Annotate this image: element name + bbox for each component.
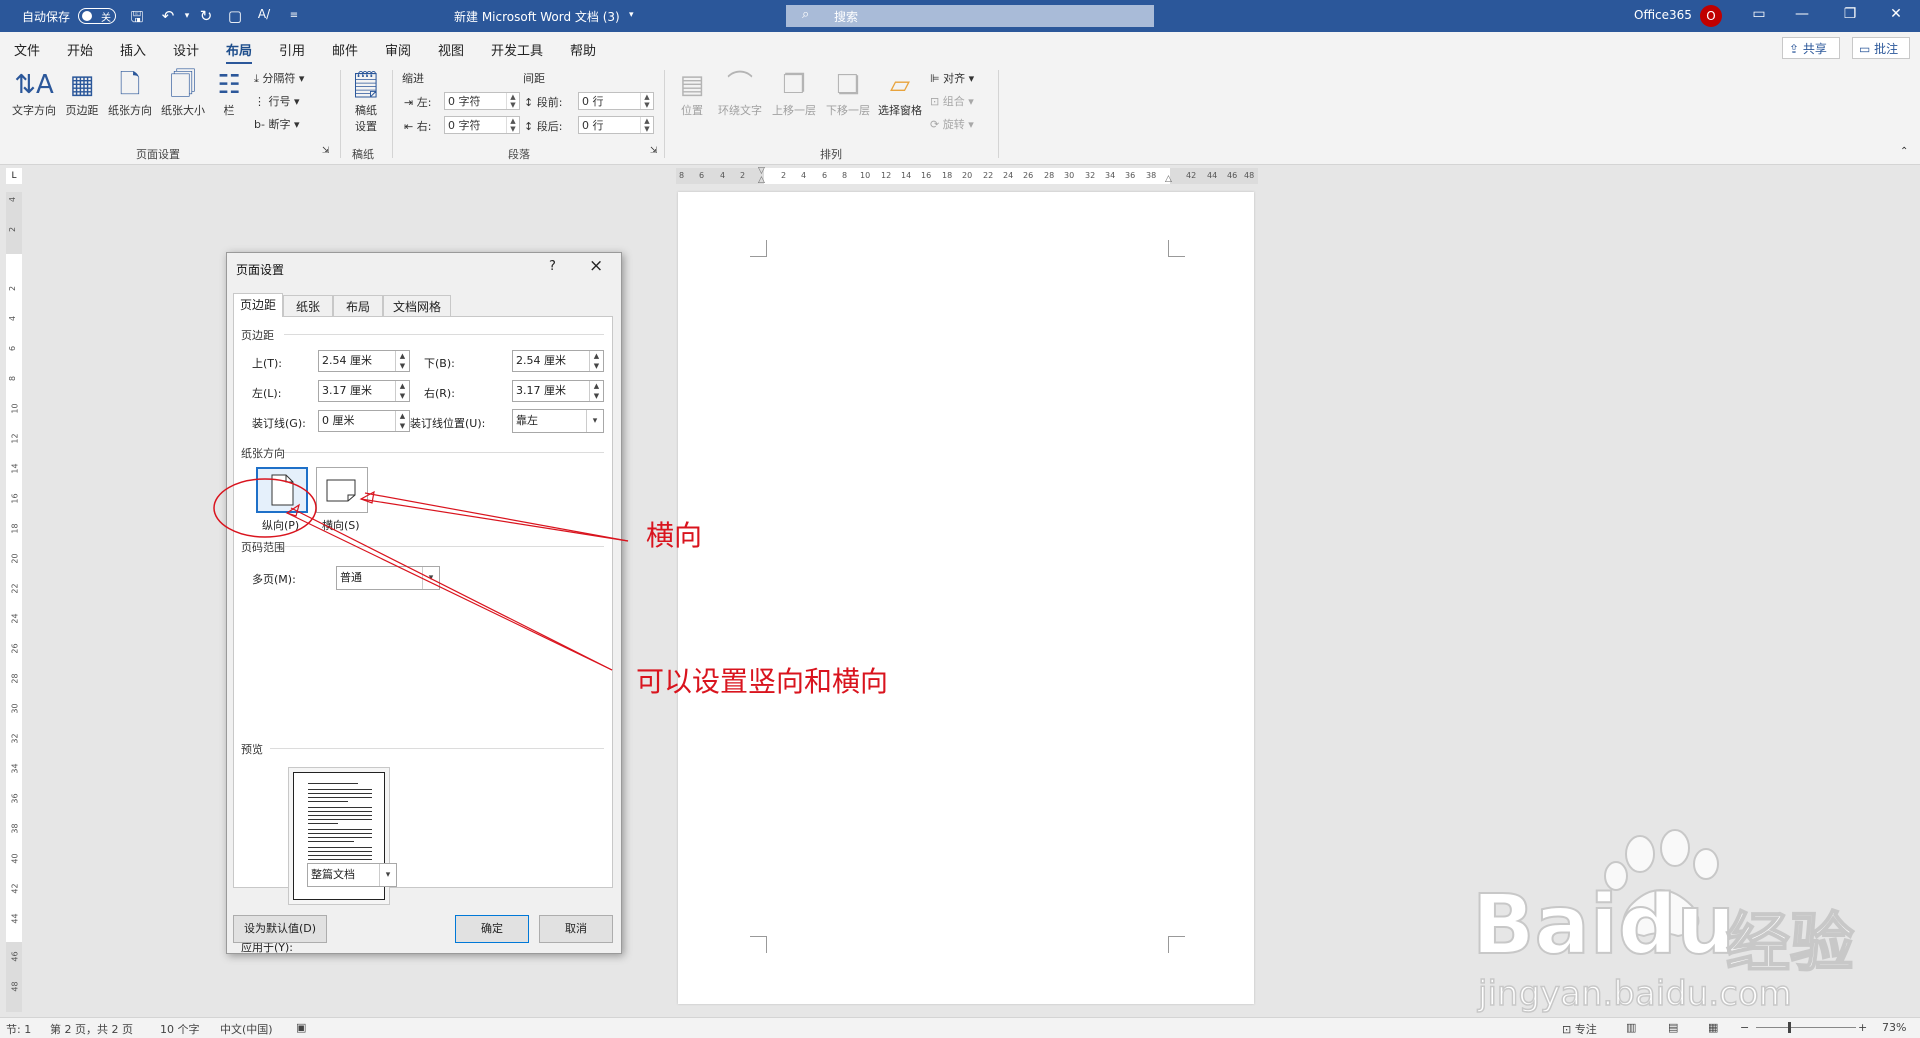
print-layout-icon[interactable]: ▤ [1668, 1021, 1678, 1034]
watermark-brand: Baidu [1471, 877, 1736, 974]
tab-margins[interactable]: 页边距 [233, 293, 283, 317]
watermark-brand-cn: 经验 [1725, 906, 1855, 982]
status-bar: 节: 1 第 2 页，共 2 页 10 个字 中文(中国) ▣ ⊡ 专注 ▥ ▤… [0, 1017, 1920, 1038]
zoom-in-icon[interactable]: + [1858, 1021, 1867, 1034]
portrait-highlight-circle [213, 478, 317, 538]
arrow-to-landscape [364, 492, 629, 542]
watermark-url: jingyan.baidu.com [1477, 973, 1792, 1015]
focus-icon: ⊡ [1562, 1023, 1575, 1036]
zoom-level[interactable]: 73% [1882, 1021, 1906, 1034]
zoom-out-icon[interactable]: − [1740, 1021, 1749, 1034]
read-mode-icon[interactable]: ▥ [1626, 1021, 1636, 1034]
focus-label: 专注 [1574, 1023, 1597, 1036]
status-section[interactable]: 节: 1 [6, 1021, 31, 1037]
arrow-to-portrait [290, 507, 613, 671]
baidu-watermark: Baidu 经验 jingyan.baidu.com [1470, 826, 1910, 1026]
web-layout-icon[interactable]: ▦ [1708, 1021, 1718, 1034]
arrow-to-landscape [360, 498, 629, 542]
annotation-landscape: 横向 [646, 519, 703, 552]
status-page[interactable]: 第 2 页，共 2 页 [50, 1021, 133, 1037]
annotation-orientation: 可以设置竖向和横向 [636, 665, 889, 698]
status-words[interactable]: 10 个字 [160, 1021, 200, 1037]
status-language[interactable]: 中文(中国) [220, 1021, 273, 1037]
zoom-slider[interactable] [1756, 1027, 1856, 1028]
zoom-slider-thumb[interactable] [1788, 1022, 1791, 1033]
macro-record-icon[interactable]: ▣ [296, 1021, 306, 1034]
arrow-to-portrait [286, 512, 613, 671]
focus-mode-button[interactable]: ⊡ 专注 [1562, 1021, 1597, 1037]
